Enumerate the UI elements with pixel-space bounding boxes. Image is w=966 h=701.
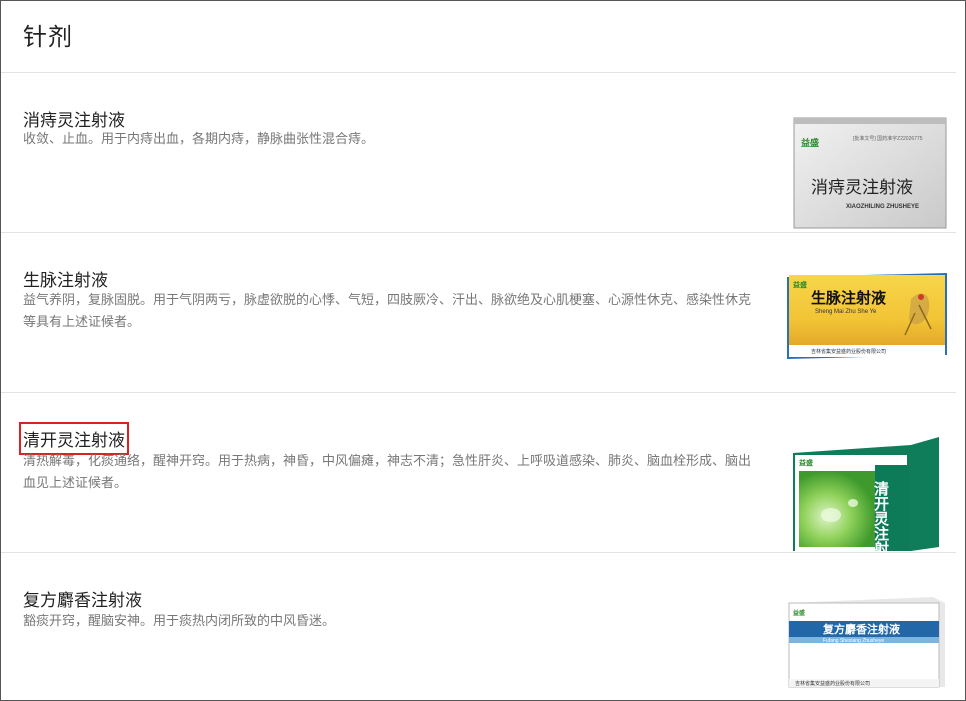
product-description: 益气养阴，复脉固脱。用于气阴两亏，脉虚欲脱的心悸、气短，四肢厥冷、汗出、脉欲绝及… — [23, 293, 752, 330]
product-image[interactable]: 益盛 生脉注射液 Sheng Mai Zhu She Ye 吉林省集安益盛药业股… — [781, 269, 951, 361]
box-brand-text: 益盛 — [801, 137, 819, 149]
box-pinyin-text: XIAOZHILING ZHUSHEYE — [846, 204, 919, 210]
product-title[interactable]: 消痔灵注射液 — [23, 106, 125, 131]
divider — [1, 392, 956, 393]
divider — [1, 552, 956, 553]
box-brand-text: 益盛 — [793, 609, 805, 617]
box-pinyin-text: Fufang Shexiang Zhusheye — [823, 638, 884, 644]
product-list-page: 针剂 消痔灵注射液 收敛、止血。用于内痔出血，各期内痔，静脉曲张性混合痔。 [批… — [0, 0, 966, 701]
box-brand-text: 益盛 — [799, 458, 813, 467]
product-title[interactable]: 复方麝香注射液 — [23, 586, 142, 611]
box-title-text: 消痔灵注射液 — [811, 178, 913, 198]
divider — [1, 232, 956, 233]
box-approval-text: [批准文号] 国药准字Z22026775 — [853, 135, 923, 142]
box-maker-text: 吉林省集安益盛药业股份有限公司 — [795, 680, 870, 687]
product-image[interactable]: [批准文号] 国药准字Z22026775 益盛 消痔灵注射液 XIAOZHILI… — [791, 116, 949, 230]
product-description: 收敛、止血。用于内痔出血，各期内痔，静脉曲张性混合痔。 — [23, 132, 375, 147]
box-brand-text: 益盛 — [793, 280, 807, 289]
box-title-text: 清开灵注射 — [872, 480, 890, 551]
divider — [1, 72, 956, 73]
box-pinyin-text: Sheng Mai Zhu She Ye — [815, 309, 877, 315]
page-title: 针剂 — [23, 23, 73, 51]
product-image[interactable]: 益盛 清开灵注射 — [791, 435, 941, 551]
product-description: 清热解毒，化痰通络，醒神开窍。用于热病，神昏，中风偏瘫，神志不清；急性肝炎、上呼… — [23, 454, 752, 491]
box-maker-text: 吉林省集安益盛药业股份有限公司 — [811, 348, 886, 355]
product-title[interactable]: 清开灵注射液 — [19, 422, 129, 455]
box-title-text: 复方麝香注射液 — [822, 622, 901, 636]
product-title[interactable]: 生脉注射液 — [23, 266, 108, 291]
product-image[interactable]: 益盛 复方麝香注射液 Fufang Shexiang Zhusheye 吉林省集… — [783, 593, 949, 689]
box-title-text: 生脉注射液 — [811, 289, 887, 307]
product-description: 豁痰开窍，醒脑安神。用于痰热内闭所致的中风昏迷。 — [23, 614, 336, 629]
